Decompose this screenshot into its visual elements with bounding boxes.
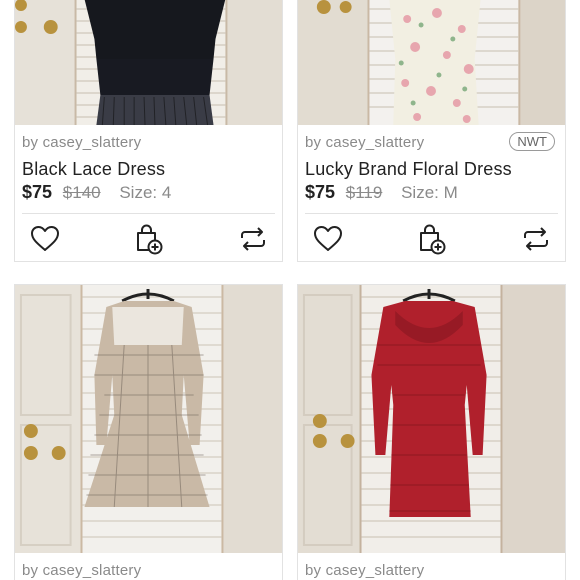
listing-actions: [15, 223, 282, 255]
listing-title[interactable]: Lucky Brand Floral Dress: [305, 159, 512, 180]
share-repost-icon: [524, 227, 548, 251]
listing-photo[interactable]: [15, 0, 282, 125]
listing-photo[interactable]: [298, 0, 565, 125]
like-button[interactable]: [312, 223, 344, 255]
listing-card[interactable]: by casey_slattery: [14, 284, 283, 580]
share-button[interactable]: [237, 223, 269, 255]
listing-title[interactable]: Black Lace Dress: [22, 159, 165, 180]
listing-price: $75: [22, 182, 53, 202]
seller-name[interactable]: by casey_slattery: [22, 134, 141, 151]
original-price: $119: [345, 183, 383, 202]
listing-size: Size: M: [401, 183, 458, 202]
listing-card[interactable]: by casey_slattery Black Lace Dress $75 $…: [14, 0, 283, 262]
listing-pricing: $75 $140 Size: 4: [22, 182, 171, 203]
listing-card[interactable]: by casey_slattery NWT Lucky Brand Floral…: [297, 0, 566, 262]
listing-price: $75: [305, 182, 336, 202]
shopping-bag-plus-icon: [137, 224, 163, 255]
nwt-badge: NWT: [509, 132, 555, 151]
shopping-bag-plus-icon: [420, 224, 446, 255]
listing-photo[interactable]: [298, 285, 565, 553]
seller-name[interactable]: by casey_slattery: [305, 134, 424, 151]
add-to-bundle-button[interactable]: [133, 223, 165, 255]
share-button[interactable]: [520, 223, 552, 255]
heart-icon: [314, 226, 342, 251]
listing-photo[interactable]: [15, 285, 282, 553]
listing-actions: [298, 223, 565, 255]
add-to-bundle-button[interactable]: [416, 223, 448, 255]
seller-name[interactable]: by casey_slattery: [305, 562, 424, 579]
listing-card[interactable]: by casey_slattery: [297, 284, 566, 580]
divider: [305, 213, 558, 214]
original-price: $140: [62, 183, 101, 202]
listing-size: Size: 4: [119, 183, 172, 202]
listing-pricing: $75 $119 Size: M: [305, 182, 458, 203]
seller-name[interactable]: by casey_slattery: [22, 562, 141, 579]
heart-icon: [31, 226, 59, 251]
share-repost-icon: [241, 227, 265, 251]
like-button[interactable]: [29, 223, 61, 255]
divider: [22, 213, 275, 214]
